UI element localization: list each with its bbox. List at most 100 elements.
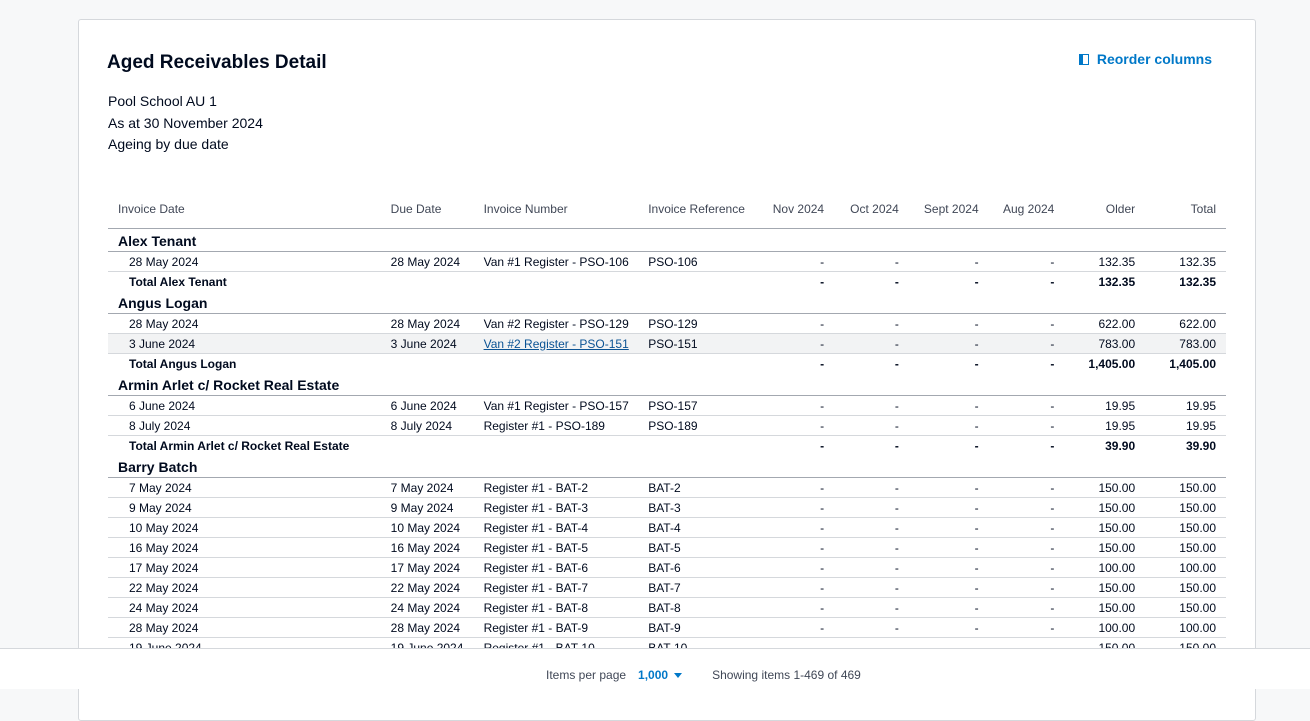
table-cell: - bbox=[988, 415, 1065, 436]
invoice-number-link[interactable]: Register #1 - BAT-9 bbox=[484, 621, 588, 635]
table-row[interactable]: 28 May 2024 28 May 2024 Register #1 - BAT-… bbox=[108, 617, 1226, 638]
table-cell: - bbox=[908, 557, 989, 578]
table-cell[interactable]: Register #1 - PSO-189 bbox=[473, 415, 639, 436]
table-cell[interactable]: Register #1 - BAT-8 bbox=[473, 597, 639, 618]
as-at-date: As at 30 November 2024 bbox=[108, 114, 263, 131]
table-cell: - bbox=[908, 577, 989, 598]
table-cell[interactable]: Register #1 - BAT-9 bbox=[473, 617, 639, 638]
table-cell: - bbox=[988, 577, 1065, 598]
table-cell: - bbox=[834, 497, 909, 518]
reorder-columns-button[interactable]: Reorder columns bbox=[1078, 51, 1212, 67]
column-header[interactable]: Sept 2024 bbox=[908, 190, 989, 229]
table-row[interactable]: 28 May 2024 28 May 2024 Van #1 Register - … bbox=[108, 251, 1226, 272]
items-per-page-label: Items per page bbox=[546, 668, 627, 682]
column-header[interactable]: Oct 2024 bbox=[834, 190, 909, 229]
invoice-number-link[interactable]: Van #2 Register - PSO-151 bbox=[484, 337, 629, 351]
table-cell[interactable]: Van #2 Register - PSO-151 bbox=[473, 333, 639, 354]
cell-text: 17 May 2024 bbox=[129, 560, 199, 575]
table-cell: - bbox=[834, 313, 909, 334]
table-row[interactable]: 9 May 2024 9 May 2024 Register #1 - BAT-3 B… bbox=[108, 497, 1226, 518]
invoice-number-link[interactable]: Register #1 - BAT-6 bbox=[484, 561, 588, 575]
column-header[interactable]: Nov 2024 bbox=[759, 190, 835, 229]
column-header[interactable]: Older bbox=[1064, 190, 1146, 229]
cell-text: 3 June 2024 bbox=[129, 336, 196, 351]
cell-text: 622.00 bbox=[1098, 316, 1136, 331]
table-row[interactable]: 8 July 2024 8 July 2024 Register #1 - PSO-… bbox=[108, 415, 1226, 436]
cell-text: 24 May 2024 bbox=[390, 600, 461, 615]
cell-text: - bbox=[894, 540, 899, 555]
invoice-number-link[interactable]: Van #1 Register - PSO-157 bbox=[484, 399, 629, 413]
table-row[interactable]: 22 May 2024 22 May 2024 Register #1 - BAT-… bbox=[108, 577, 1226, 598]
table-cell: - bbox=[834, 477, 909, 498]
table-cell: - bbox=[759, 251, 835, 272]
table-cell: 150.00 bbox=[1064, 517, 1146, 538]
table-row[interactable]: 7 May 2024 7 May 2024 Register #1 - BAT-2 B… bbox=[108, 477, 1226, 498]
table-row[interactable]: 10 May 2024 10 May 2024 Register #1 - BAT-… bbox=[108, 517, 1226, 538]
table-cell: 100.00 bbox=[1145, 617, 1226, 638]
column-header[interactable]: Invoice Reference bbox=[638, 190, 760, 229]
total-cell: - bbox=[974, 274, 979, 289]
column-header[interactable]: Invoice Number bbox=[473, 190, 639, 229]
cell-text: - bbox=[820, 540, 825, 555]
table-row[interactable]: 16 May 2024 16 May 2024 Register #1 - BAT-… bbox=[108, 537, 1226, 558]
table-cell[interactable]: Van #1 Register - PSO-157 bbox=[473, 395, 639, 416]
table-row[interactable]: 6 June 2024 6 June 2024 Van #1 Register - … bbox=[108, 395, 1226, 416]
table-row[interactable]: 17 May 2024 17 May 2024 Register #1 - BAT-… bbox=[108, 557, 1226, 578]
cell-text: BAT-5 bbox=[648, 540, 681, 555]
cell-text: 28 May 2024 bbox=[390, 254, 461, 269]
cell-text: BAT-9 bbox=[648, 620, 681, 635]
cell-text: PSO-129 bbox=[648, 316, 698, 331]
table-cell: - bbox=[759, 617, 835, 638]
total-cell: - bbox=[1050, 356, 1055, 371]
table-cell: 150.00 bbox=[1145, 597, 1226, 618]
contact-name: Armin Arlet c/ Rocket Real Estate bbox=[108, 373, 1226, 396]
cell-text: - bbox=[974, 480, 979, 495]
report-card: Aged Receivables Detail Reorder columns … bbox=[78, 19, 1256, 721]
cell-text: 150.00 bbox=[1098, 480, 1136, 495]
table-cell: - bbox=[759, 477, 835, 498]
table-cell: - bbox=[834, 251, 909, 272]
table-row[interactable]: 3 June 2024 3 June 2024 Van #2 Register - … bbox=[108, 333, 1226, 354]
table-cell: 150.00 bbox=[1064, 537, 1146, 558]
invoice-number-link[interactable]: Register #1 - BAT-7 bbox=[484, 581, 588, 595]
cell-text: - bbox=[1050, 336, 1055, 351]
table-row[interactable]: 28 May 2024 28 May 2024 Van #2 Register - … bbox=[108, 313, 1226, 334]
invoice-number-link[interactable]: Register #1 - BAT-8 bbox=[484, 601, 588, 615]
invoice-number-link[interactable]: Register #1 - BAT-4 bbox=[484, 521, 588, 535]
table-cell: 28 May 2024 bbox=[108, 313, 381, 334]
invoice-number-link[interactable]: Register #1 - BAT-3 bbox=[484, 501, 588, 515]
column-header[interactable]: Due Date bbox=[380, 190, 474, 229]
table-cell: - bbox=[834, 597, 909, 618]
table-cell[interactable]: Register #1 - BAT-6 bbox=[473, 557, 639, 578]
cell-text: 100.00 bbox=[1179, 560, 1216, 575]
items-per-page-select[interactable]: 1,000 bbox=[638, 668, 683, 682]
table-cell[interactable]: Register #1 - BAT-7 bbox=[473, 577, 639, 598]
table-cell[interactable]: Register #1 - BAT-2 bbox=[473, 477, 639, 498]
invoice-number-link[interactable]: Register #1 - BAT-5 bbox=[484, 541, 588, 555]
cell-text: 8 July 2024 bbox=[129, 418, 191, 433]
table-cell[interactable]: Van #2 Register - PSO-129 bbox=[473, 313, 639, 334]
invoice-number-link[interactable]: Van #2 Register - PSO-129 bbox=[484, 317, 629, 331]
cell-text: - bbox=[974, 620, 979, 635]
table-cell: PSO-106 bbox=[638, 251, 760, 272]
table-cell: 8 July 2024 bbox=[380, 415, 474, 436]
table-cell[interactable]: Van #1 Register - PSO-106 bbox=[473, 251, 639, 272]
table-cell[interactable]: Register #1 - BAT-5 bbox=[473, 537, 639, 558]
total-cell: - bbox=[974, 356, 979, 371]
total-cell: - bbox=[894, 438, 899, 453]
cell-text: 22 May 2024 bbox=[390, 580, 461, 595]
ageing-basis: Ageing by due date bbox=[108, 136, 229, 152]
table-cell: 7 May 2024 bbox=[108, 477, 381, 498]
table-cell: - bbox=[988, 617, 1065, 638]
table-row[interactable]: 24 May 2024 24 May 2024 Register #1 - BAT-… bbox=[108, 597, 1226, 618]
column-header[interactable]: Aug 2024 bbox=[988, 190, 1065, 229]
column-header[interactable]: Invoice Date bbox=[108, 190, 381, 229]
cell-text: BAT-4 bbox=[648, 520, 681, 535]
table-cell[interactable]: Register #1 - BAT-3 bbox=[473, 497, 639, 518]
invoice-number-link[interactable]: Register #1 - PSO-189 bbox=[484, 419, 605, 433]
column-header[interactable]: Total bbox=[1145, 190, 1226, 229]
invoice-number-link[interactable]: Van #1 Register - PSO-106 bbox=[484, 255, 629, 269]
invoice-number-link[interactable]: Register #1 - BAT-2 bbox=[484, 481, 588, 495]
cell-text: - bbox=[974, 316, 979, 331]
table-cell[interactable]: Register #1 - BAT-4 bbox=[473, 517, 639, 538]
